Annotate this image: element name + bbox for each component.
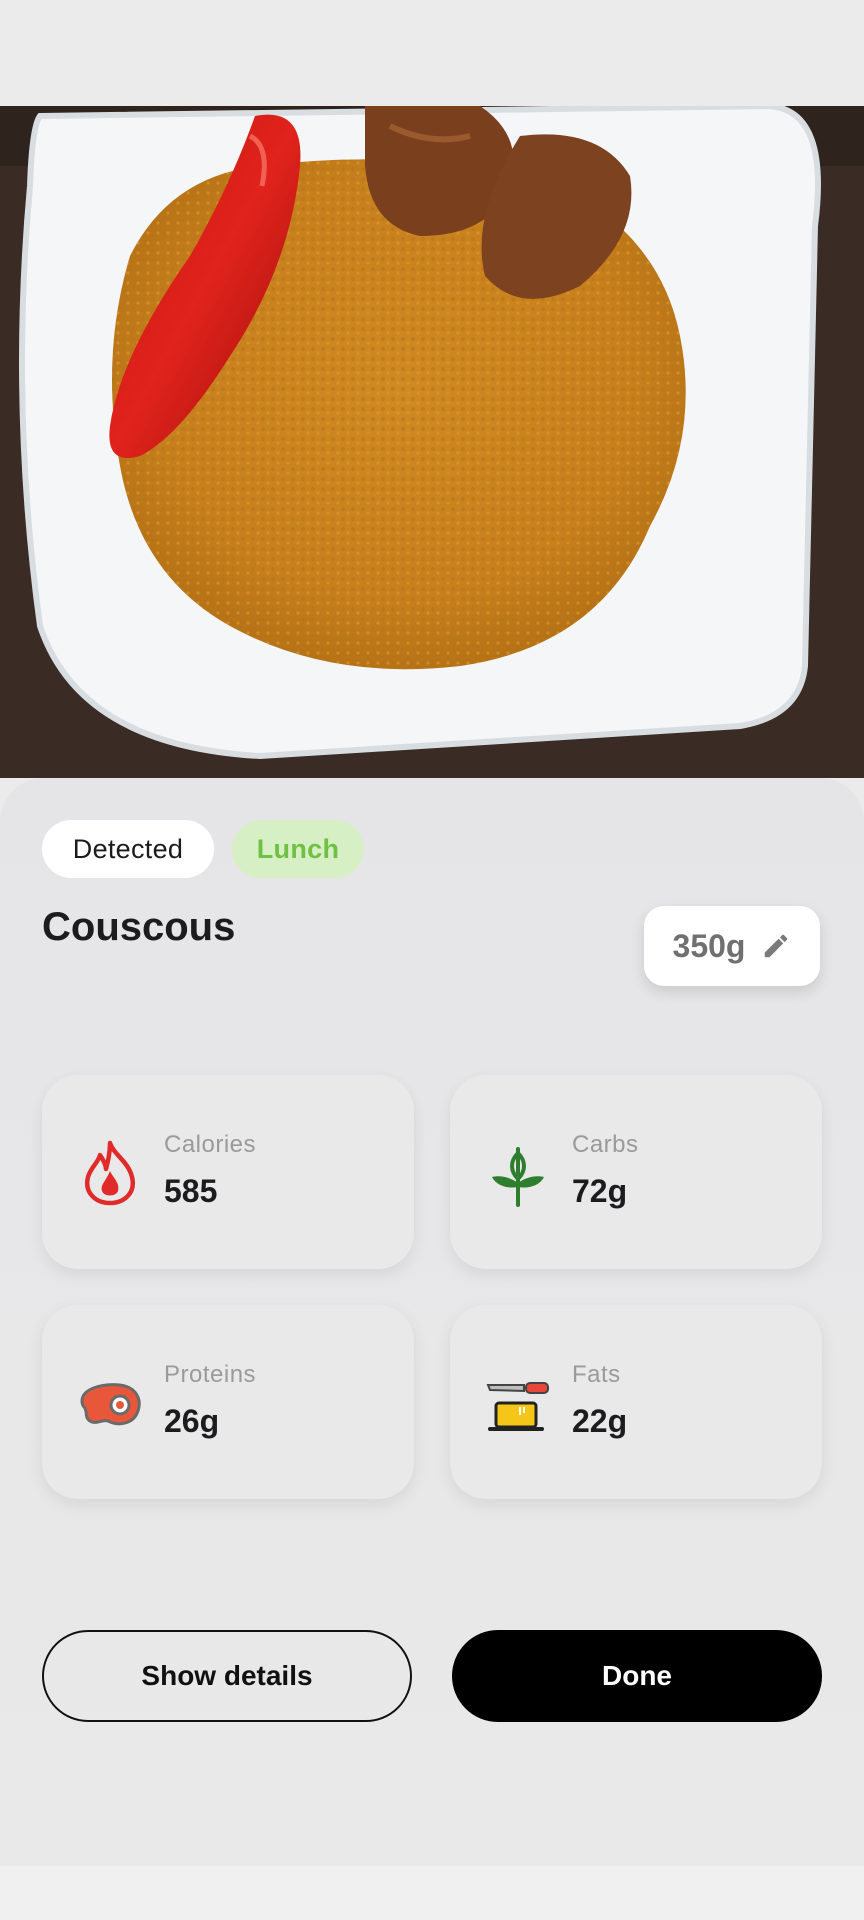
detected-chip: Detected	[42, 820, 214, 878]
wheat-icon	[492, 1147, 544, 1207]
fats-card: Fats 22g	[450, 1305, 822, 1499]
stat-label: Proteins	[164, 1361, 257, 1388]
done-button[interactable]: Done	[452, 1630, 822, 1722]
pencil-icon	[765, 934, 788, 958]
stat-value: 72g	[572, 1173, 628, 1209]
weight-value: 350g	[672, 927, 746, 964]
weight-edit-button[interactable]: 350g	[644, 906, 820, 986]
flame-icon	[84, 1140, 136, 1206]
stat-value: 585	[164, 1173, 218, 1209]
food-name: Couscous	[42, 905, 236, 949]
navigation-bar	[0, 1866, 864, 1920]
status-bar	[0, 0, 864, 106]
stat-label: Fats	[572, 1361, 621, 1388]
proteins-card: Proteins 26g	[42, 1305, 414, 1499]
food-photo	[0, 106, 864, 778]
show-details-button[interactable]: Show details	[42, 1630, 412, 1722]
steak-icon	[80, 1383, 141, 1426]
stat-value: 22g	[572, 1403, 628, 1439]
butter-icon	[486, 1382, 549, 1431]
meal-type-chip[interactable]: Lunch	[232, 820, 364, 878]
stat-value: 26g	[164, 1403, 220, 1439]
calories-card: Calories 585	[42, 1075, 414, 1269]
stat-label: Carbs	[572, 1131, 639, 1158]
stat-label: Calories	[164, 1131, 257, 1158]
carbs-card: Carbs 72g	[450, 1075, 822, 1269]
